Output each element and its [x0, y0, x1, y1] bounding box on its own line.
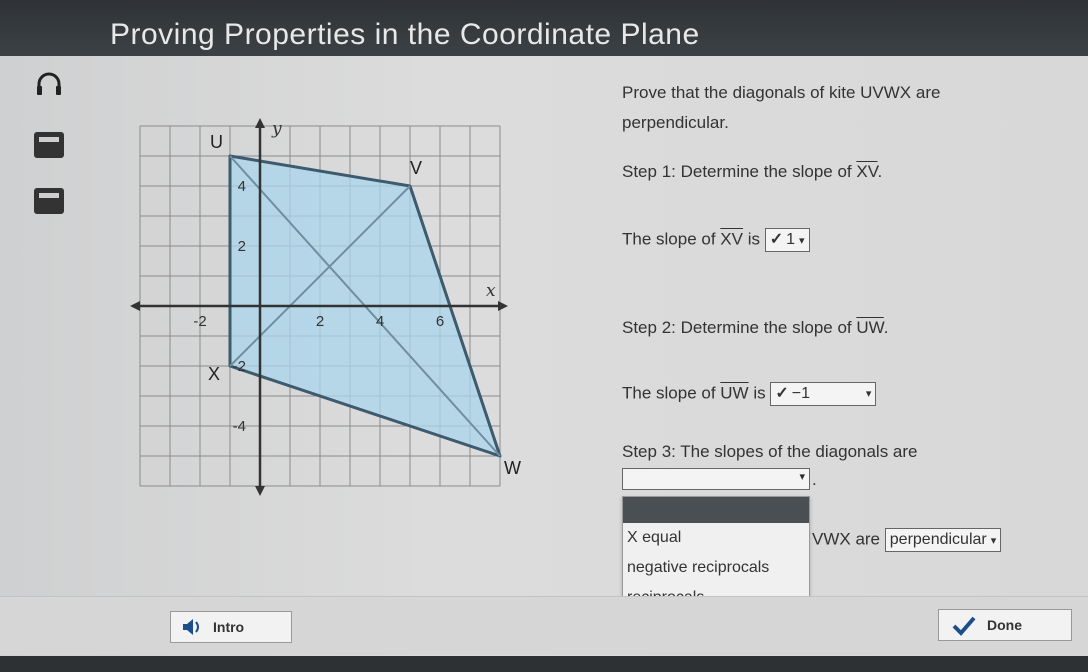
- y-axis-arrow-down: [255, 486, 265, 496]
- chevron-down-icon: ▾: [799, 235, 805, 247]
- calculator-icon[interactable]: [34, 132, 64, 158]
- chevron-down-icon: ▾: [865, 388, 872, 400]
- step3-period: .: [812, 470, 817, 489]
- vertex-label-x: X: [208, 364, 220, 384]
- intro-button[interactable]: Intro: [170, 611, 292, 643]
- slope1-prefix: The slope of: [622, 229, 721, 249]
- step1-prefix: Step 1: Determine the slope of: [622, 162, 857, 181]
- page-title: Proving Properties in the Coordinate Pla…: [110, 18, 700, 51]
- conclusion-dropdown[interactable]: perpendicular ▾: [884, 528, 1002, 552]
- step2-prefix: Step 2: Determine the slope of: [622, 318, 857, 337]
- done-label: Done: [987, 617, 1022, 633]
- step1-text: Step 1: Determine the slope of XV.: [622, 162, 882, 182]
- slope2-text: The slope of UW is ✓ −1 ▾: [622, 382, 877, 406]
- step3-dropdown[interactable]: ▾: [622, 468, 810, 490]
- slope1-check-icon: ✓: [769, 231, 784, 248]
- y-axis-arrow-up: [255, 118, 265, 128]
- headphones-icon[interactable]: [34, 70, 64, 96]
- problem-prompt: Prove that the diagonals of kite UVWX ar…: [622, 83, 941, 132]
- conclusion-fragment: VWX are: [812, 529, 881, 549]
- vertex-label-w: W: [504, 458, 521, 478]
- y-tick-label: -4: [233, 418, 246, 435]
- conclusion-text: VWX are perpendicular ▾: [812, 528, 1002, 552]
- y-axis-label: y: [271, 119, 282, 139]
- slope1-mid: is: [742, 229, 765, 249]
- vertex-label-v: V: [410, 158, 422, 178]
- conclusion-answer: perpendicular: [889, 531, 987, 548]
- dropdown-menu-header: [623, 497, 809, 523]
- vertex-label-u: U: [210, 132, 223, 152]
- step2-text: Step 2: Determine the slope of UW.: [622, 318, 888, 338]
- bottom-strip: [0, 656, 1088, 672]
- slope2-check-icon: ✓: [775, 385, 789, 402]
- slope2-segment: UW: [720, 383, 749, 403]
- title-bar: Proving Properties in the Coordinate Pla…: [0, 0, 1088, 60]
- step2-suffix: .: [883, 318, 889, 337]
- x-axis-arrow-left: [130, 301, 140, 311]
- x-tick-label: 6: [436, 313, 444, 330]
- step2-segment: UW: [856, 318, 884, 337]
- step3-text: Step 3: The slopes of the diagonals are: [622, 442, 918, 461]
- slope2-dropdown[interactable]: ✓ −1 ▾: [770, 382, 877, 406]
- slope2-answer: −1: [791, 385, 810, 402]
- intro-label: Intro: [213, 619, 245, 635]
- done-button[interactable]: Done: [938, 609, 1072, 641]
- step1-suffix: .: [877, 162, 883, 181]
- graphing-calculator-icon[interactable]: [34, 188, 64, 214]
- slope1-dropdown[interactable]: ✓ 1 ▾: [764, 228, 810, 252]
- footer-bar: Intro Done: [0, 596, 1088, 655]
- slope1-segment: XV: [720, 229, 743, 249]
- x-axis-arrow-right: [498, 301, 508, 311]
- hover-x-mark: X: [627, 529, 638, 546]
- x-axis-label: x: [486, 281, 496, 301]
- y-tick-label: -2: [233, 358, 246, 375]
- step1-segment: XV: [856, 162, 878, 181]
- x-tick-label: 4: [376, 313, 384, 330]
- chevron-down-icon: ▾: [990, 535, 997, 547]
- slope2-mid: is: [748, 383, 771, 403]
- slope1-answer: 1: [786, 231, 796, 248]
- x-tick-label: 2: [316, 313, 324, 330]
- chevron-down-icon: ▾: [799, 471, 805, 483]
- y-tick-label: 4: [238, 178, 246, 195]
- dropdown-option-negative-reciprocals[interactable]: negative reciprocals: [623, 553, 809, 583]
- speaker-icon: [181, 612, 203, 652]
- slope2-prefix: The slope of: [622, 383, 721, 403]
- x-tick-label: -2: [193, 313, 206, 330]
- y-tick-label: 2: [238, 238, 246, 255]
- checkmark-icon: [951, 610, 977, 650]
- lesson-panel: -2 2 4 6 4 2 -2 -4 y x U V W X Prove that the diagona…: [0, 56, 1088, 656]
- dropdown-option-equal[interactable]: X equal: [623, 523, 809, 553]
- coordinate-graph: -2 2 4 6 4 2 -2 -4 y x U V W X: [130, 118, 521, 496]
- slope1-text: The slope of XV is ✓ 1 ▾: [622, 228, 810, 252]
